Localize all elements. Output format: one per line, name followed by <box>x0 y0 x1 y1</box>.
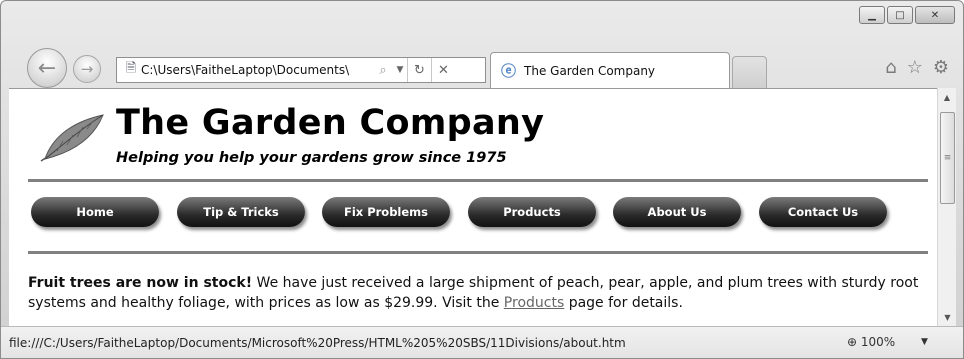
zoom-value: 100% <box>860 335 896 349</box>
settings-gear-icon[interactable]: ⚙ <box>933 57 949 78</box>
announcement-text-2: page for details. <box>564 295 683 311</box>
announcement-bold: Fruit trees are now in stock! <box>28 275 253 291</box>
zoom-icon: ⊕ <box>847 335 858 349</box>
horizontal-rule-top <box>28 179 928 182</box>
refresh-icon[interactable]: ↻ <box>407 58 431 82</box>
address-dropdown-icon[interactable]: ▼ <box>393 58 407 82</box>
minimize-button[interactable]: ▁ <box>859 6 885 24</box>
leaf-logo-icon <box>40 114 104 162</box>
nav-about-button[interactable]: About Us <box>613 197 741 227</box>
search-icon[interactable]: ⌕ <box>373 58 393 82</box>
toolbar-icons: ⌂ ☆ ⚙ <box>885 57 949 78</box>
browser-window: ▁ □ ✕ ← → 🗎 C:\Users\FaitheLaptop\Docume… <box>0 0 964 359</box>
horizontal-rule-bottom <box>28 251 928 254</box>
page-content: The Garden Company Helping you help your… <box>9 88 937 326</box>
favorites-star-icon[interactable]: ☆ <box>907 57 923 78</box>
vertical-scrollbar[interactable]: ▲ ≡ ▼ <box>937 88 956 326</box>
back-arrow-icon: ← <box>37 55 57 81</box>
scroll-up-icon[interactable]: ▲ <box>938 88 956 106</box>
announcement-paragraph: Fruit trees are now in stock! We have ju… <box>28 273 928 313</box>
nav-contact-button[interactable]: Contact Us <box>759 197 887 227</box>
back-button[interactable]: ← <box>27 48 67 88</box>
scroll-down-icon[interactable]: ▼ <box>938 308 957 326</box>
forward-arrow-icon: → <box>80 60 94 78</box>
status-url: file:///C:/Users/FaitheLaptop/Documents/… <box>9 336 626 350</box>
site-title: The Garden Company <box>116 103 545 143</box>
forward-button[interactable]: → <box>73 55 101 83</box>
nav-fix-problems-button[interactable]: Fix Problems <box>322 197 450 227</box>
close-button[interactable]: ✕ <box>915 6 955 24</box>
home-icon[interactable]: ⌂ <box>885 57 896 78</box>
page-icon: 🗎 <box>125 61 137 76</box>
site-nav: Home Tip & Tricks Fix Problems Products … <box>31 197 931 233</box>
scroll-thumb[interactable]: ≡ <box>940 112 955 204</box>
caption-buttons: ▁ □ ✕ <box>859 6 955 24</box>
zoom-dropdown-icon[interactable]: ▼ <box>921 337 928 347</box>
address-bar[interactable]: 🗎 C:\Users\FaitheLaptop\Documents\ ⌕ ▼ ↻… <box>116 57 486 83</box>
tab-title: The Garden Company <box>524 63 656 78</box>
ie-page-icon: ⓔ <box>501 62 517 80</box>
new-tab-button[interactable] <box>732 56 767 88</box>
status-bar: file:///C:/Users/FaitheLaptop/Documents/… <box>1 326 963 358</box>
address-url[interactable]: C:\Users\FaitheLaptop\Documents\ <box>141 63 373 77</box>
nav-products-button[interactable]: Products <box>468 197 596 227</box>
maximize-button[interactable]: □ <box>887 6 913 24</box>
site-tagline: Helping you help your gardens grow since… <box>116 150 507 166</box>
tab-active[interactable]: ⓔ The Garden Company <box>490 52 730 88</box>
stop-icon[interactable]: ✕ <box>431 58 455 82</box>
nav-home-button[interactable]: Home <box>31 197 159 227</box>
products-link[interactable]: Products <box>504 295 564 311</box>
zoom-level[interactable]: ⊕ 100% <box>847 335 895 349</box>
nav-tips-button[interactable]: Tip & Tricks <box>177 197 305 227</box>
